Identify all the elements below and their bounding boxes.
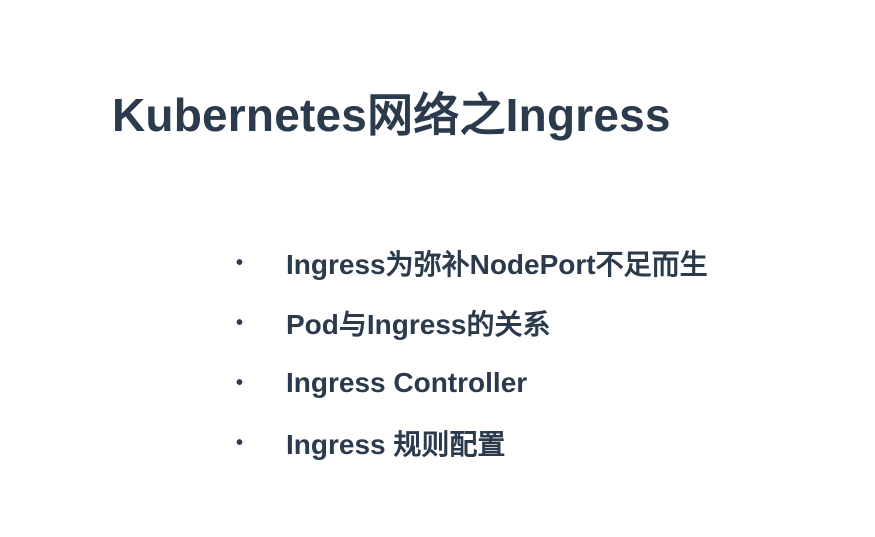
bullet-item-pod-ingress-relation: • Pod与Ingress的关系 [232,293,708,353]
bullet-icon: • [236,372,244,394]
slide: Kubernetes网络之Ingress • Ingress为弥补NodePor… [0,0,875,537]
slide-title: Kubernetes网络之Ingress [112,89,671,141]
bullet-list: • Ingress为弥补NodePort不足而生 • Pod与Ingress的关… [232,233,708,473]
bullet-text: Ingress Controller [286,367,528,398]
bullet-icon: • [236,432,244,454]
bullet-icon: • [236,312,244,334]
bullet-text: Ingress为弥补NodePort不足而生 [286,249,708,280]
bullet-item-ingress-controller: • Ingress Controller [232,353,708,413]
bullet-icon: • [236,252,244,274]
bullet-text: Pod与Ingress的关系 [286,309,551,340]
bullet-text: Ingress 规则配置 [286,429,506,460]
bullet-item-ingress-purpose: • Ingress为弥补NodePort不足而生 [232,233,708,293]
bullet-item-ingress-rules: • Ingress 规则配置 [232,413,708,473]
